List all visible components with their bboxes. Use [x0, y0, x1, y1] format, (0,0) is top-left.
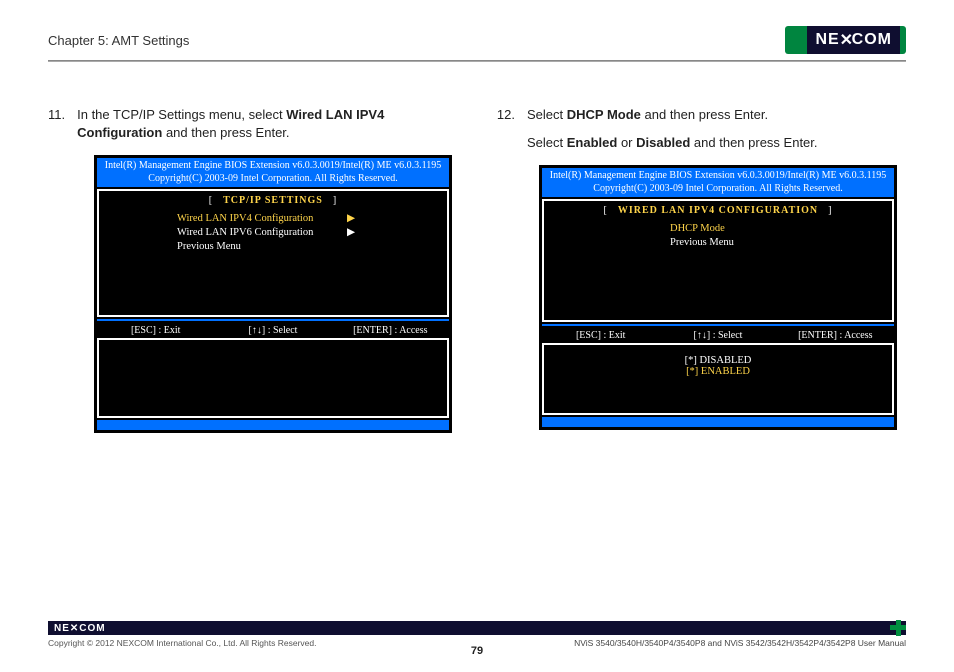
bios-bottom-bar — [542, 417, 894, 427]
bios-screenshot-tcpip: Intel(R) Management Engine BIOS Extensio… — [94, 155, 452, 433]
menu-previous[interactable]: Previous Menu — [177, 240, 441, 254]
menu-wired-ipv6[interactable]: Wired LAN IPV6 Configuration ▶ — [177, 226, 441, 240]
publication-name: NViS 3540/3540H/3540P4/3540P8 and NViS 3… — [574, 638, 906, 648]
chevron-right-icon: ▶ — [347, 212, 355, 226]
bios-menu-title: TCP/IP SETTINGS — [105, 195, 441, 206]
bios-footer-hints: [ESC] : Exit [↑↓] : Select [ENTER] : Acc… — [97, 319, 449, 336]
step-text: Select DHCP Mode and then press Enter. S… — [527, 106, 818, 151]
step-text: In the TCP/IP Settings menu, select Wire… — [77, 106, 461, 141]
bios-option-popup: [*] DISABLED [*] ENABLED — [542, 343, 894, 415]
hint-esc: [ESC] : Exit — [542, 330, 659, 341]
bios-panel: WIRED LAN IPV4 CONFIGURATION DHCP Mode P… — [542, 199, 894, 322]
step-number: 12. — [493, 106, 515, 151]
bios-empty-popup — [97, 338, 449, 418]
chevron-right-icon: ▶ — [347, 226, 355, 240]
bios-menu-list: DHCP Mode Previous Menu — [670, 222, 886, 250]
opt-disabled[interactable]: [*] DISABLED — [550, 355, 886, 366]
menu-dhcp-mode[interactable]: DHCP Mode — [670, 222, 886, 236]
menu-wired-ipv4[interactable]: Wired LAN IPV4 Configuration ▶ — [177, 212, 441, 226]
bios-menu-list: Wired LAN IPV4 Configuration ▶ Wired LAN… — [177, 212, 441, 255]
page-number: 79 — [471, 645, 483, 657]
step-number: 11. — [48, 106, 65, 141]
hint-enter: [ENTER] : Access — [777, 330, 894, 341]
page-footer: NE✕COM Copyright © 2012 NEXCOM Internati… — [48, 621, 906, 648]
menu-previous[interactable]: Previous Menu — [670, 236, 886, 250]
left-column: 11. In the TCP/IP Settings menu, select … — [48, 106, 461, 433]
copyright-text: Copyright © 2012 NEXCOM International Co… — [48, 638, 316, 648]
hint-arrows: [↑↓] : Select — [214, 325, 331, 336]
hint-esc: [ESC] : Exit — [97, 325, 214, 336]
nexcom-logo: NE✕COM — [785, 26, 906, 54]
right-column: 12. Select DHCP Mode and then press Ente… — [493, 106, 906, 433]
step-12: 12. Select DHCP Mode and then press Ente… — [493, 106, 906, 151]
plus-icon — [880, 621, 906, 635]
bios-menu-title: WIRED LAN IPV4 CONFIGURATION — [550, 205, 886, 216]
bios-header: Intel(R) Management Engine BIOS Extensio… — [542, 168, 894, 197]
bios-panel: TCP/IP SETTINGS Wired LAN IPV4 Configura… — [97, 189, 449, 317]
bios-header: Intel(R) Management Engine BIOS Extensio… — [97, 158, 449, 187]
step-11: 11. In the TCP/IP Settings menu, select … — [48, 106, 461, 141]
page-header: Chapter 5: AMT Settings NE✕COM — [48, 26, 906, 54]
bios-bottom-bar — [97, 420, 449, 430]
bios-footer-hints: [ESC] : Exit [↑↓] : Select [ENTER] : Acc… — [542, 324, 894, 341]
hint-arrows: [↑↓] : Select — [659, 330, 776, 341]
footer-bar: NE✕COM — [48, 621, 906, 635]
hint-enter: [ENTER] : Access — [332, 325, 449, 336]
opt-enabled[interactable]: [*] ENABLED — [550, 366, 886, 377]
chapter-title: Chapter 5: AMT Settings — [48, 33, 189, 48]
footer-logo: NE✕COM — [48, 623, 106, 634]
header-rule — [48, 60, 906, 62]
bios-screenshot-ipv4: Intel(R) Management Engine BIOS Extensio… — [539, 165, 897, 430]
